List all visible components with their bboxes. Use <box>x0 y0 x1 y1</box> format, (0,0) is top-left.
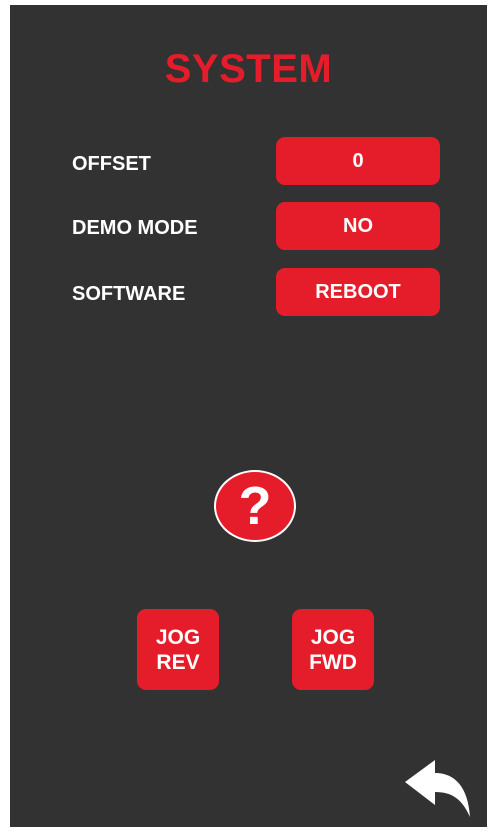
jog-rev-button[interactable]: JOG REV <box>137 609 219 690</box>
offset-button[interactable]: 0 <box>276 137 440 185</box>
jog-rev-line1: JOG <box>155 625 201 649</box>
jog-fwd-line1: JOG <box>310 625 356 649</box>
question-mark-icon: ? <box>238 476 272 536</box>
page-title: SYSTEM <box>164 47 333 91</box>
system-screen: SYSTEM OFFSET 0 DEMO MODE NO SOFTWARE RE… <box>10 5 487 827</box>
offset-label: OFFSET <box>72 153 151 175</box>
jog-fwd-button[interactable]: JOG FWD <box>292 609 374 690</box>
jog-rev-line2: REV <box>156 650 200 674</box>
back-arrow-icon <box>405 760 470 817</box>
demo-mode-label: DEMO MODE <box>72 217 198 239</box>
jog-fwd-line2: FWD <box>309 650 357 674</box>
software-label: SOFTWARE <box>72 283 186 305</box>
reboot-button[interactable]: REBOOT <box>276 268 440 316</box>
help-button[interactable]: ? <box>214 470 296 542</box>
back-button[interactable] <box>402 757 474 821</box>
demo-mode-button[interactable]: NO <box>276 202 440 250</box>
